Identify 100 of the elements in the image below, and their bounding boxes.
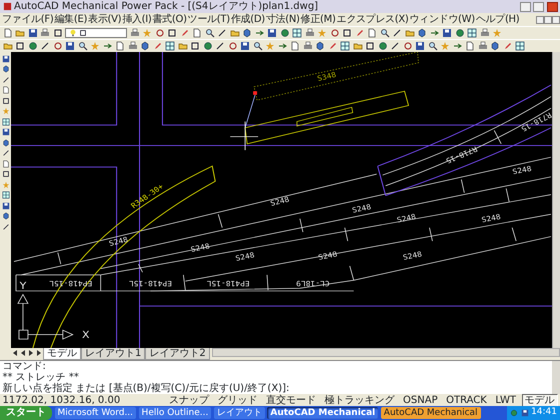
menu-item[interactable]: ツール(T) <box>188 14 230 25</box>
line-icon[interactable] <box>2 149 10 157</box>
line-icon[interactable] <box>392 28 402 38</box>
search-icon[interactable] <box>428 41 438 51</box>
status-toggle[interactable]: 極トラッキング <box>322 394 398 406</box>
search-icon[interactable] <box>78 41 88 51</box>
status-toggle[interactable]: スナップ <box>166 394 212 406</box>
taskbar-item[interactable]: AutoCAD Mechanical <box>380 407 481 419</box>
document-close-button[interactable] <box>552 16 560 24</box>
menu-item[interactable]: 書式(O) <box>152 14 187 25</box>
maximize-button[interactable] <box>533 2 544 12</box>
star-icon[interactable] <box>2 107 10 115</box>
layer-dropdown[interactable] <box>65 28 127 38</box>
circle-icon[interactable] <box>52 41 62 51</box>
circle-icon[interactable] <box>154 28 164 38</box>
line-icon[interactable] <box>2 76 10 84</box>
bulb-icon[interactable] <box>68 29 76 37</box>
search-icon[interactable] <box>252 41 262 51</box>
star-icon[interactable] <box>90 41 100 51</box>
grip-icon[interactable] <box>253 91 258 95</box>
grid-icon[interactable] <box>292 28 302 38</box>
square-icon[interactable] <box>167 28 177 38</box>
printer-icon[interactable] <box>480 28 490 38</box>
star-icon[interactable] <box>2 180 10 188</box>
square-icon[interactable] <box>190 41 200 51</box>
status-toggle[interactable]: モデル <box>522 394 558 406</box>
circle-icon[interactable] <box>228 41 238 51</box>
square-icon[interactable] <box>52 28 62 38</box>
line-icon[interactable] <box>390 41 400 51</box>
circle-icon[interactable] <box>402 41 412 51</box>
document-restore-button[interactable] <box>544 16 552 24</box>
menu-item[interactable]: エクスプレス(X) <box>336 14 409 25</box>
menu-item[interactable]: 編集(E) <box>54 14 88 25</box>
star-icon[interactable] <box>142 28 152 38</box>
menu-item[interactable]: 表示(V) <box>88 14 122 25</box>
grid-icon[interactable] <box>2 191 10 199</box>
square-icon[interactable] <box>342 28 352 38</box>
status-toggle[interactable]: グリッド <box>214 394 261 406</box>
taskbar-item[interactable]: レイアウト <box>214 407 265 419</box>
menu-item[interactable]: 寸法(N) <box>266 14 300 25</box>
vertical-scrollbar[interactable] <box>552 52 560 348</box>
line-icon[interactable] <box>217 28 227 38</box>
clock: 14:41 <box>531 408 557 418</box>
star-icon[interactable] <box>265 41 275 51</box>
star-icon[interactable] <box>492 28 502 38</box>
menu-item[interactable]: 修正(M) <box>300 14 336 25</box>
search-icon[interactable] <box>380 28 390 38</box>
grid-icon[interactable] <box>515 41 525 51</box>
star-icon[interactable] <box>440 41 450 51</box>
square-icon[interactable] <box>365 41 375 51</box>
arrow-icon[interactable] <box>254 28 264 38</box>
arrow-icon[interactable] <box>278 41 288 51</box>
arrow-icon[interactable] <box>430 28 440 38</box>
status-toggle[interactable]: 直交モード <box>263 394 320 406</box>
grid-icon[interactable] <box>467 28 477 38</box>
page-icon[interactable] <box>2 160 10 168</box>
search-icon[interactable] <box>204 28 214 38</box>
start-button[interactable]: スタート <box>0 406 52 420</box>
menu-item[interactable]: ファイル(F) <box>2 14 54 25</box>
grid-icon[interactable] <box>165 41 175 51</box>
printer-icon[interactable] <box>304 28 314 38</box>
command-line: ** ストレッチ ** <box>2 372 80 383</box>
status-toggle[interactable]: OTRACK <box>443 394 490 406</box>
square-icon[interactable] <box>2 96 10 104</box>
close-button[interactable] <box>546 2 558 12</box>
grid-icon[interactable] <box>2 118 10 126</box>
printer-icon[interactable] <box>302 41 312 51</box>
status-toggle[interactable]: LWT <box>492 394 519 406</box>
circle-icon[interactable] <box>330 28 340 38</box>
square-icon[interactable] <box>15 41 25 51</box>
grid-icon[interactable] <box>340 41 350 51</box>
arrow-icon[interactable] <box>102 41 112 51</box>
arrow-icon[interactable] <box>452 41 462 51</box>
line-icon[interactable] <box>215 41 225 51</box>
square-icon[interactable] <box>2 170 10 178</box>
status-toggle[interactable]: OSNAP <box>400 394 441 406</box>
printer-icon[interactable] <box>478 41 488 51</box>
page-icon[interactable] <box>2 86 10 94</box>
crosshair-cursor-icon <box>230 121 258 150</box>
taskbar-item[interactable]: Hello Outline... <box>138 407 212 419</box>
menu-item[interactable]: ウィンドウ(W) <box>410 14 475 25</box>
star-icon[interactable] <box>317 28 327 38</box>
minimize-button[interactable] <box>520 2 530 12</box>
menu-item[interactable]: ヘルプ(H) <box>476 14 520 25</box>
menu-item[interactable]: 挿入(I) <box>122 14 152 25</box>
taskbar-item[interactable]: Microsoft Word... <box>54 407 136 419</box>
layout-tab[interactable]: モデル <box>43 348 81 360</box>
horizontal-scrollbar[interactable] <box>212 348 560 357</box>
command-scrollbar[interactable] <box>552 361 560 394</box>
line-icon[interactable] <box>2 222 10 230</box>
menu-item[interactable]: 作成(D) <box>230 14 265 25</box>
printer-icon[interactable] <box>130 28 140 38</box>
document-minimize-button[interactable] <box>536 16 544 24</box>
taskbar-item[interactable]: AutoCAD Mechanical <box>267 407 378 419</box>
printer-icon[interactable] <box>40 28 50 38</box>
square-icon[interactable] <box>79 29 87 37</box>
printer-icon[interactable] <box>128 41 138 51</box>
line-icon[interactable] <box>40 41 50 51</box>
layout-tab[interactable]: レイアウト1 <box>81 348 146 360</box>
layout-tab[interactable]: レイアウト2 <box>145 348 210 360</box>
